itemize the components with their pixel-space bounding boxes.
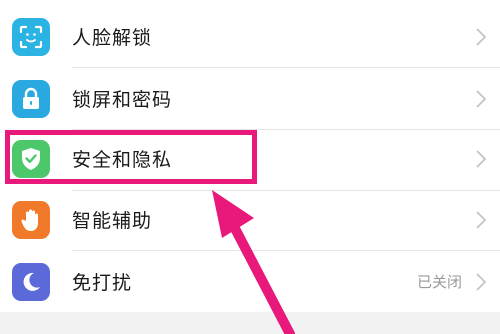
settings-item-label: 智能辅助 [72, 210, 153, 232]
highlight-box [5, 130, 257, 184]
lock-icon [12, 79, 50, 118]
moon-icon [12, 262, 50, 301]
chevron-right-icon [476, 210, 487, 229]
chevron-right-icon [476, 89, 487, 108]
chevron-right-icon [476, 27, 487, 46]
chevron-right-icon [476, 149, 487, 168]
section-gap [0, 312, 500, 334]
settings-item-do-not-disturb[interactable]: 免打扰 已关闭 [0, 251, 500, 312]
face-unlock-icon [12, 17, 50, 56]
settings-item-smart-assist[interactable]: 智能辅助 [0, 189, 500, 250]
settings-item-label: 锁屏和密码 [72, 89, 173, 111]
hand-icon [12, 200, 50, 239]
dnd-status-value: 已关闭 [416, 273, 462, 291]
settings-item-face-unlock[interactable]: 人脸解锁 [0, 6, 500, 67]
chevron-right-icon [476, 272, 487, 291]
settings-item-label: 免打扰 [72, 272, 133, 294]
settings-screen: 人脸解锁 锁屏和密码 安全和隐私 智能辅助 免打扰 已关闭 [0, 0, 500, 334]
settings-item-label: 人脸解锁 [72, 27, 153, 49]
settings-item-lock-screen[interactable]: 锁屏和密码 [0, 68, 500, 129]
